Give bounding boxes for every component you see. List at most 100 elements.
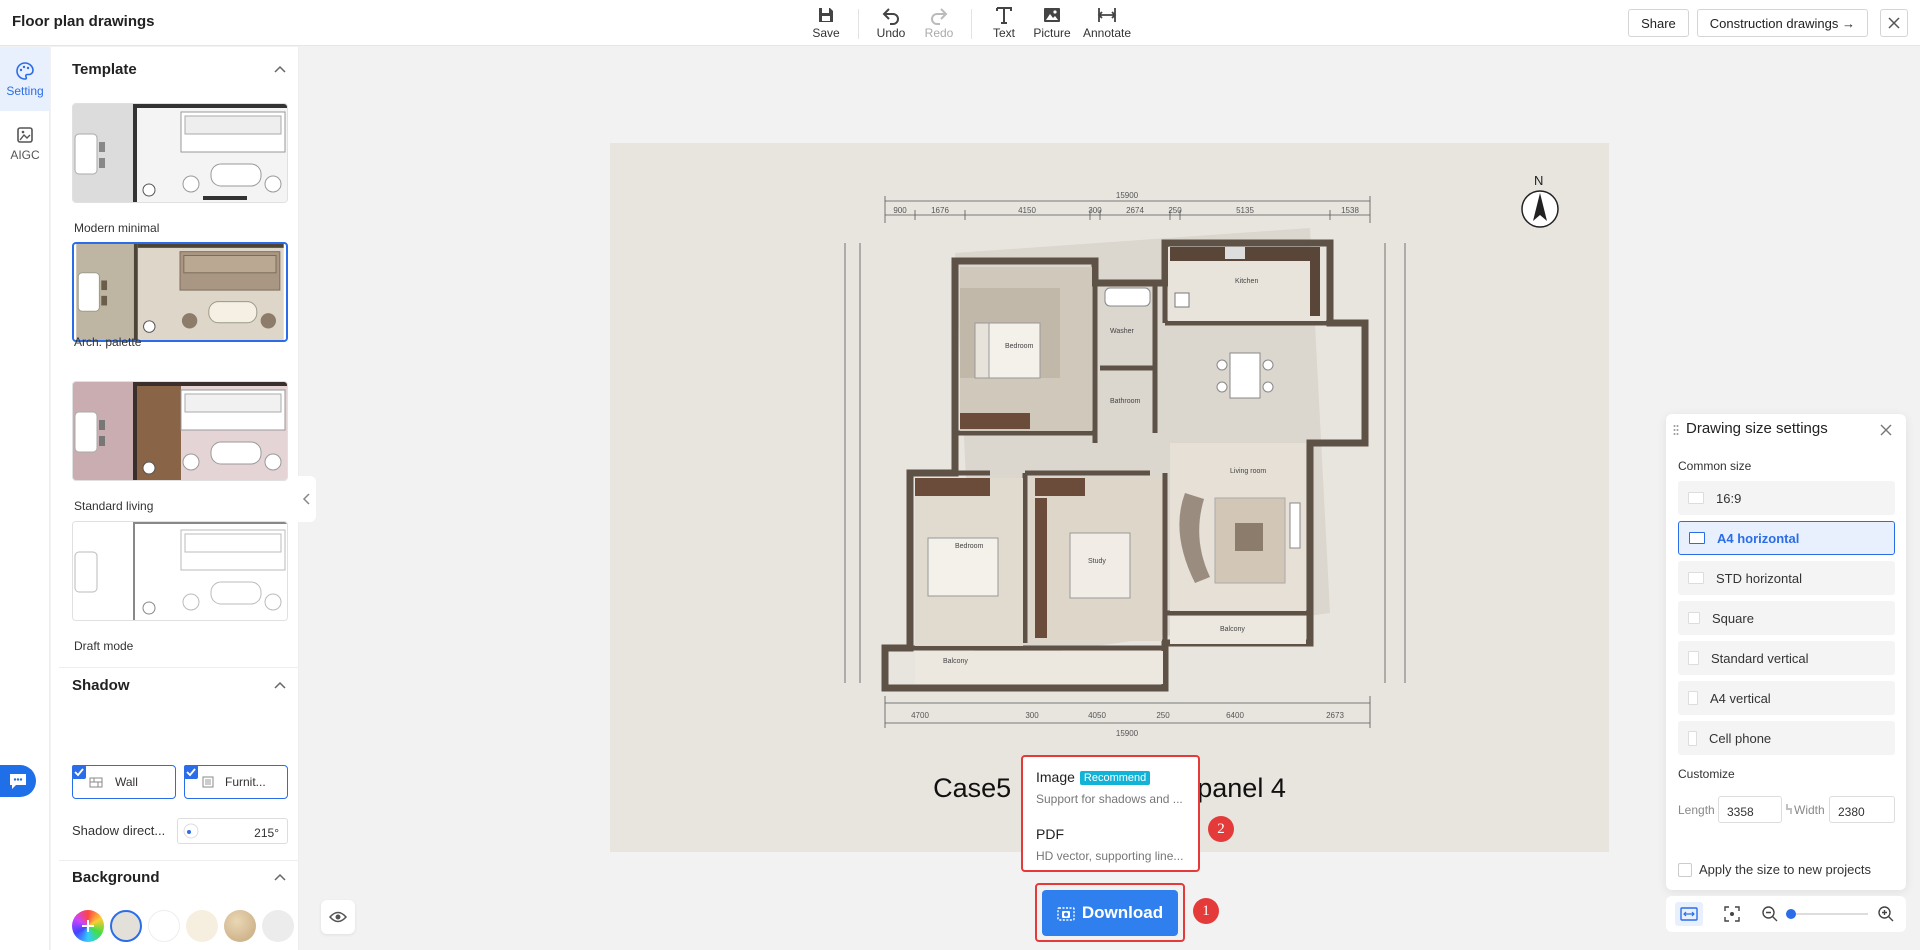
picture-tool-button[interactable]: Picture bbox=[1032, 5, 1072, 40]
background-swatch[interactable] bbox=[262, 910, 294, 942]
zoom-slider[interactable] bbox=[1786, 907, 1868, 921]
floor-plan: 15900 900 1676 4150 300 2674 250 5135 15… bbox=[844, 191, 1406, 738]
share-button[interactable]: Share bbox=[1628, 9, 1689, 37]
recommend-badge: Recommend bbox=[1079, 771, 1151, 785]
picture-label: Picture bbox=[1033, 26, 1071, 40]
toolbar-divider bbox=[858, 9, 859, 39]
customize-label: Customize bbox=[1678, 767, 1735, 781]
chevron-up-icon[interactable] bbox=[273, 63, 287, 77]
svg-text:4050: 4050 bbox=[1088, 711, 1106, 720]
template-arch-palette[interactable] bbox=[72, 242, 288, 342]
fit-screen-icon bbox=[1724, 906, 1740, 922]
undo-button[interactable]: Undo bbox=[871, 5, 911, 40]
close-button[interactable] bbox=[1880, 9, 1908, 37]
template-label: Standard living bbox=[74, 499, 154, 513]
portrait-ratio-icon bbox=[1688, 691, 1698, 705]
top-bar: Floor plan drawings Save Undo Redo Text … bbox=[0, 0, 1920, 46]
rail-item-aigc[interactable]: AIGC bbox=[0, 111, 50, 175]
header-actions: Share Construction drawings → bbox=[1620, 9, 1908, 37]
save-icon bbox=[819, 8, 833, 22]
shadow-section-title: Shadow bbox=[72, 677, 130, 694]
template-draft-mode[interactable] bbox=[72, 521, 288, 621]
size-option-std-horizontal[interactable]: STD horizontal bbox=[1678, 561, 1895, 595]
length-label: Length bbox=[1678, 803, 1715, 817]
size-option-a4-horizontal[interactable]: A4 horizontal bbox=[1678, 521, 1895, 555]
background-swatch[interactable] bbox=[110, 910, 142, 942]
wall-shadow-toggle[interactable]: Wall bbox=[72, 765, 176, 799]
download-format-menu: Image Recommend Support for shadows and .… bbox=[1021, 755, 1200, 872]
shadow-direction-input[interactable]: 215° bbox=[177, 818, 288, 844]
download-button[interactable]: Download bbox=[1042, 890, 1178, 936]
chevron-up-icon[interactable] bbox=[273, 871, 287, 885]
svg-text:250: 250 bbox=[1156, 711, 1170, 720]
chevron-up-icon[interactable] bbox=[273, 679, 287, 693]
fit-width-button[interactable] bbox=[1675, 902, 1703, 926]
square-ratio-icon bbox=[1688, 612, 1700, 624]
background-swatch[interactable] bbox=[224, 910, 256, 942]
furniture-icon bbox=[202, 776, 214, 788]
app-title: Floor plan drawings bbox=[12, 13, 155, 30]
svg-text:300: 300 bbox=[1025, 711, 1039, 720]
zoom-in-icon bbox=[1878, 906, 1894, 922]
chat-support-button[interactable] bbox=[0, 765, 36, 797]
size-option-cell-phone[interactable]: Cell phone bbox=[1678, 721, 1895, 755]
zoom-in-button[interactable] bbox=[1872, 902, 1900, 926]
chat-icon bbox=[10, 774, 26, 789]
annotate-label: Annotate bbox=[1082, 26, 1132, 40]
zoom-out-button[interactable] bbox=[1756, 902, 1784, 926]
fit-screen-button[interactable] bbox=[1718, 902, 1746, 926]
background-swatch[interactable] bbox=[148, 910, 180, 942]
rail-label-aigc: AIGC bbox=[10, 147, 40, 162]
zoom-controls bbox=[1666, 896, 1906, 932]
download-option-image[interactable]: Image Recommend Support for shadows and .… bbox=[1023, 757, 1198, 813]
furniture-shadow-toggle[interactable]: Furnit... bbox=[184, 765, 288, 799]
save-button[interactable]: Save bbox=[806, 5, 846, 40]
download-option-pdf[interactable]: PDF HD vector, supporting line... bbox=[1023, 813, 1198, 870]
background-swatch[interactable] bbox=[186, 910, 218, 942]
text-tool-button[interactable]: Text bbox=[984, 5, 1024, 40]
construction-drawings-button[interactable]: Construction drawings → bbox=[1696, 9, 1868, 37]
svg-text:Bathroom: Bathroom bbox=[1110, 398, 1141, 405]
size-option-label: STD horizontal bbox=[1716, 570, 1802, 586]
template-standard-living[interactable] bbox=[72, 381, 288, 481]
option-title: PDF bbox=[1036, 826, 1064, 842]
custom-color-picker[interactable] bbox=[72, 910, 104, 942]
apply-size-checkbox[interactable]: Apply the size to new projects bbox=[1678, 862, 1871, 877]
svg-text:5135: 5135 bbox=[1236, 206, 1254, 215]
link-icon[interactable] bbox=[1784, 803, 1794, 815]
size-panel-title: Drawing size settings bbox=[1686, 420, 1828, 437]
svg-text:Living room: Living room bbox=[1230, 468, 1266, 475]
svg-text:6400: 6400 bbox=[1226, 711, 1244, 720]
plus-icon bbox=[82, 920, 94, 932]
phone-ratio-icon bbox=[1688, 730, 1697, 746]
svg-text:15900: 15900 bbox=[1116, 729, 1139, 738]
option-title: Image bbox=[1036, 769, 1075, 785]
toolbar-divider bbox=[971, 9, 972, 39]
size-option-a4-vertical[interactable]: A4 vertical bbox=[1678, 681, 1895, 715]
width-input[interactable]: 2380 bbox=[1829, 796, 1895, 823]
redo-icon bbox=[931, 8, 948, 25]
rail-item-setting[interactable]: Setting bbox=[0, 47, 50, 111]
length-input[interactable]: 3358 bbox=[1718, 796, 1782, 823]
template-label: Draft mode bbox=[74, 639, 134, 653]
wall-icon bbox=[89, 777, 103, 788]
drag-handle-icon[interactable] bbox=[1673, 424, 1679, 436]
template-thumbnail bbox=[73, 522, 287, 620]
checkbox-unchecked-icon bbox=[1678, 862, 1692, 877]
close-icon[interactable] bbox=[1878, 422, 1894, 438]
drawing-canvas[interactable]: 15900 900 1676 4150 300 2674 250 5135 15… bbox=[610, 143, 1609, 852]
svg-text:2673: 2673 bbox=[1326, 711, 1344, 720]
size-option-label: Standard vertical bbox=[1711, 650, 1809, 666]
size-option-standard-vertical[interactable]: Standard vertical bbox=[1678, 641, 1895, 675]
zoom-slider-thumb[interactable] bbox=[1786, 909, 1796, 919]
save-label: Save bbox=[812, 26, 840, 40]
size-option-16-9[interactable]: 16:9 bbox=[1678, 481, 1895, 515]
svg-text:1538: 1538 bbox=[1341, 206, 1359, 215]
redo-button[interactable]: Redo bbox=[919, 5, 959, 40]
collapse-panel-button[interactable] bbox=[298, 476, 316, 522]
size-option-square[interactable]: Square bbox=[1678, 601, 1895, 635]
section-divider bbox=[59, 860, 299, 861]
preview-toggle-button[interactable] bbox=[321, 900, 355, 934]
annotate-tool-button[interactable]: Annotate bbox=[1080, 5, 1134, 40]
template-modern-minimal[interactable] bbox=[72, 103, 288, 203]
